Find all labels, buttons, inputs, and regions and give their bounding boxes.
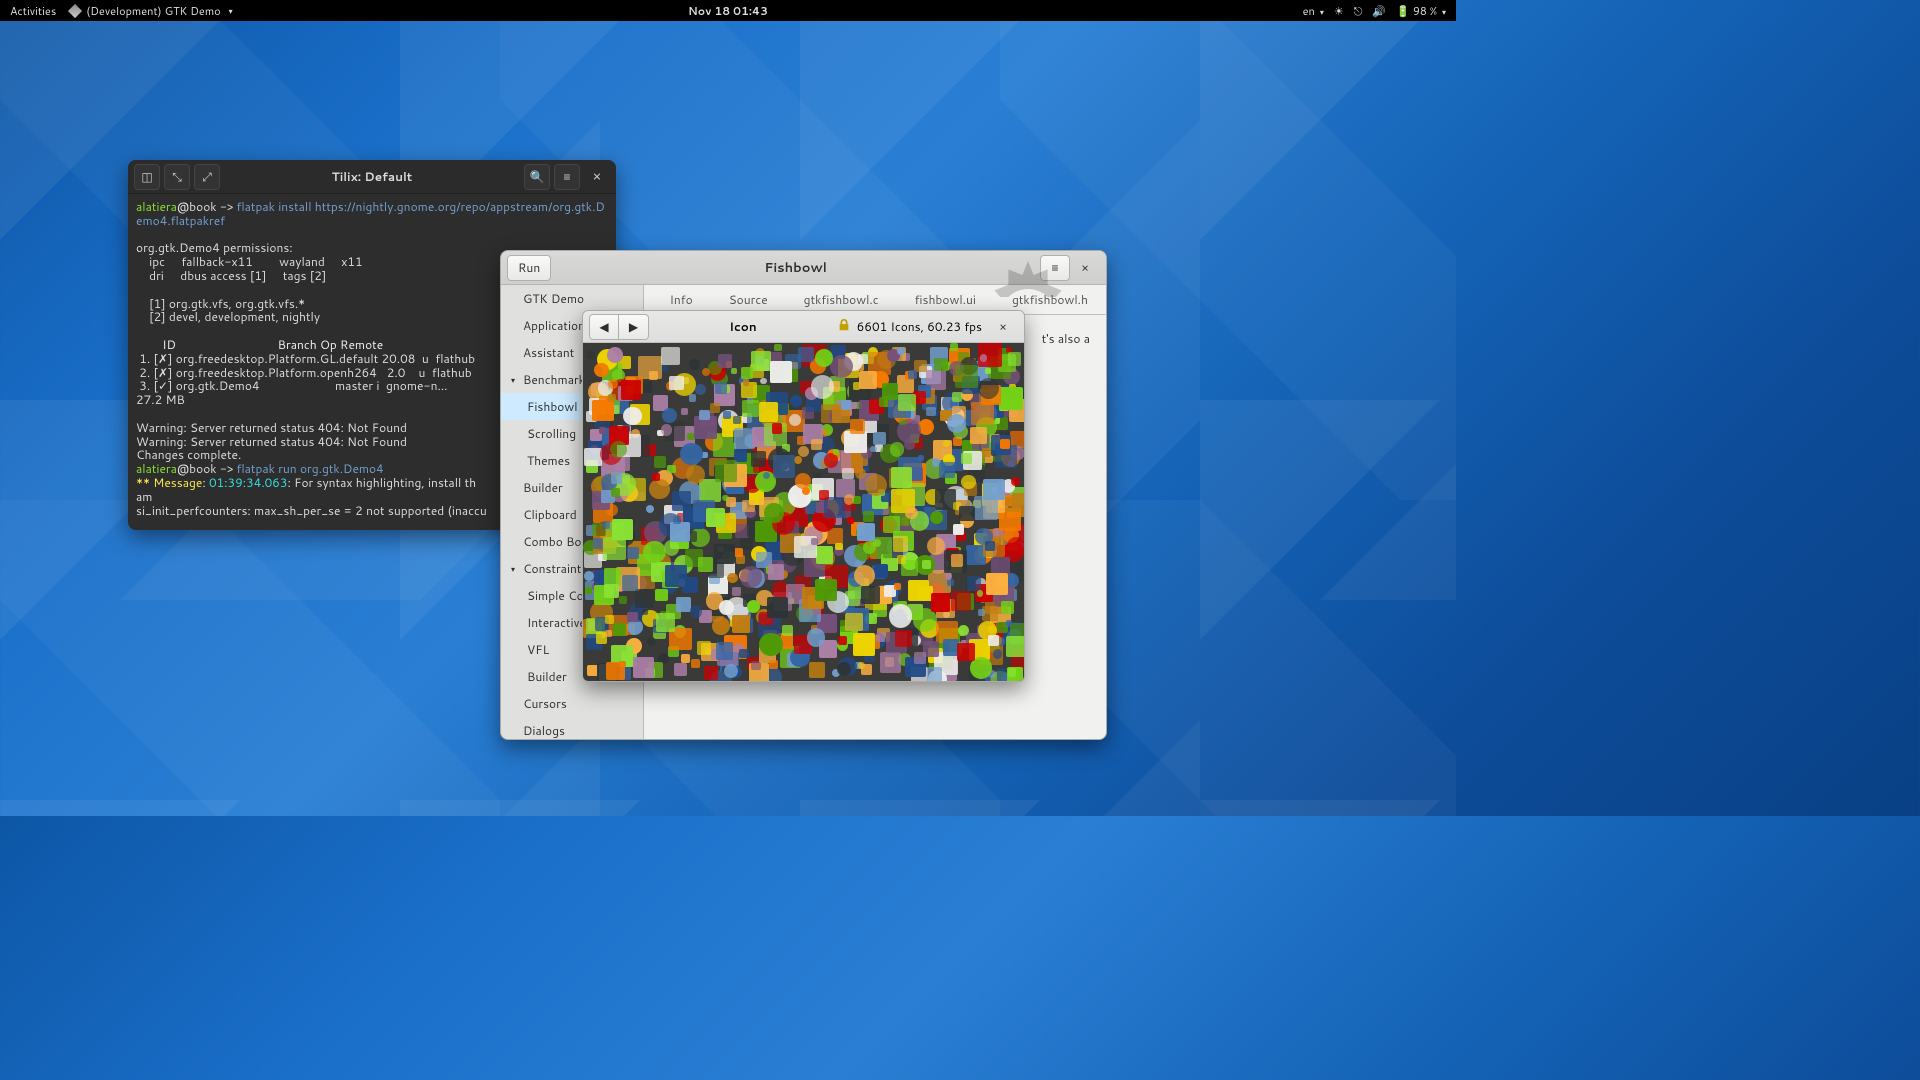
hamburger-menu-button[interactable]: ≡ (554, 164, 580, 190)
fishbowl-stats: 6601 Icons, 60.23 fps (857, 318, 982, 335)
sidebar-item-label: Assistant (523, 344, 574, 361)
sidebar-item-label: Builder (523, 479, 563, 496)
sidebar-item-label: Simple Co (527, 587, 584, 604)
sidebar-item[interactable]: GTK Demo (501, 285, 643, 312)
sidebar-item-label: GTK Demo (523, 290, 584, 307)
sidebar-item-label: Interactive (527, 614, 586, 631)
disclosure-triangle-icon[interactable]: ▾ (511, 563, 519, 575)
sidebar-item-label: Themes (527, 452, 570, 469)
fishbowl-title: Icon (655, 318, 831, 335)
next-button[interactable]: ▶ (619, 314, 649, 340)
battery-indicator[interactable]: 🔋 98 % ▾ (1396, 3, 1446, 19)
app-menu[interactable]: (Development) GTK Demo ▾ (70, 3, 232, 19)
fishbowl-canvas (583, 343, 1024, 681)
brightness-icon[interactable]: ☀ (1334, 3, 1344, 19)
close-button[interactable]: × (584, 164, 610, 190)
sidebar-item-label: Cursors (523, 695, 567, 712)
app-icon (68, 3, 82, 17)
sidebar-item-label: Benchmark (523, 371, 585, 388)
fishbowl-headerbar: ◀ ▶ Icon 6601 Icons, 60.23 fps × (583, 311, 1024, 343)
new-terminal-down-button[interactable]: ⤢ (194, 164, 220, 190)
new-session-button[interactable]: ◫ (134, 164, 160, 190)
hamburger-menu-button[interactable]: ≡ (1040, 255, 1070, 281)
sidebar-item-label: Builder (527, 668, 567, 685)
activities-button[interactable]: Activities (10, 3, 56, 19)
close-button[interactable]: × (988, 314, 1018, 340)
sidebar-item-label: Constraints (523, 560, 587, 577)
sidebar-item-label: Dialogs (523, 722, 565, 739)
prev-button[interactable]: ◀ (589, 314, 619, 340)
volume-icon[interactable]: 🔊 (1372, 3, 1386, 19)
clock[interactable]: Nov 18 01:43 (688, 3, 768, 19)
wifi-icon[interactable]: ⎋ (1354, 3, 1363, 19)
search-button[interactable]: 🔍 (524, 164, 550, 190)
fishbowl-window: ◀ ▶ Icon 6601 Icons, 60.23 fps × (582, 310, 1025, 682)
app-menu-label: (Development) GTK Demo (86, 3, 220, 19)
gnome-top-bar: Activities (Development) GTK Demo ▾ Nov … (0, 0, 1456, 21)
sidebar-item[interactable]: Cursors (501, 690, 643, 717)
gtkdemo-headerbar: Run Fishbowl ≡ × (501, 251, 1106, 285)
sidebar-item-label: Scrolling (527, 425, 576, 442)
lock-icon[interactable] (837, 318, 851, 336)
chevron-down-icon: ▾ (229, 5, 233, 17)
sidebar-item-label: Fishbowl (527, 398, 578, 415)
input-language[interactable]: en ▾ (1303, 3, 1324, 19)
close-button[interactable]: × (1070, 255, 1100, 281)
tilix-title: Tilix: Default (224, 168, 520, 185)
disclosure-triangle-icon[interactable]: ▾ (511, 374, 519, 386)
run-button[interactable]: Run (507, 255, 551, 281)
sidebar-item-label: VFL (527, 641, 549, 658)
gtkdemo-title: Fishbowl (551, 259, 1040, 277)
new-terminal-right-button[interactable]: ⤡ (164, 164, 190, 190)
tilix-headerbar: ◫ ⤡ ⤢ Tilix: Default 🔍 ≡ × (128, 160, 616, 194)
sidebar-item[interactable]: Dialogs (501, 717, 643, 739)
sidebar-item-label: Clipboard (523, 506, 577, 523)
